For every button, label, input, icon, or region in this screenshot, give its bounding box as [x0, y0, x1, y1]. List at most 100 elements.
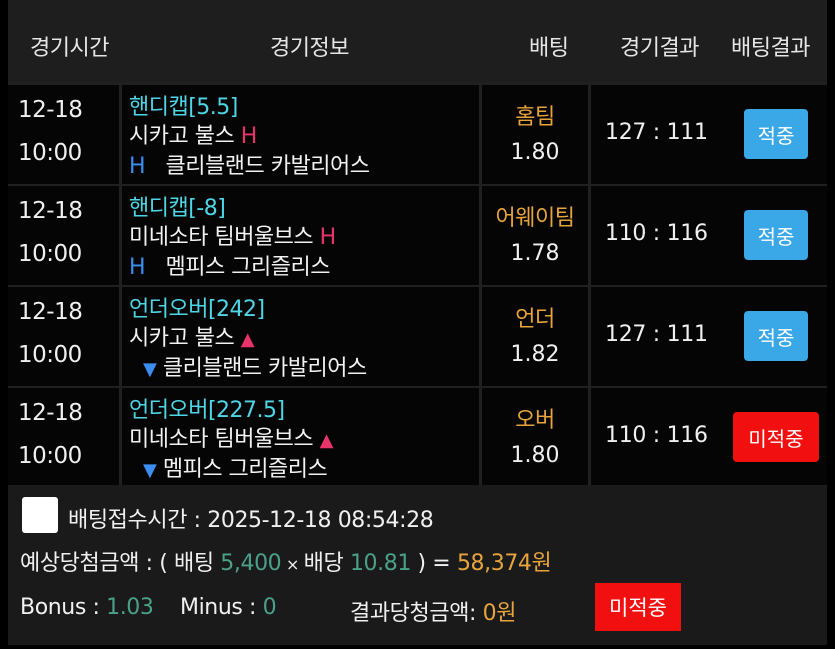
final-label: 결과당청금액:	[350, 601, 483, 626]
match-time: 10:00	[18, 443, 82, 469]
home-team-line: 미네소타 팀버울브스 H	[129, 219, 336, 251]
minus-value: 0	[262, 595, 277, 620]
info-cell: 핸디캡[5.5] 시카고 불스 H H 클리블랜드 카발리어스	[122, 85, 479, 184]
bonus-label: Bonus :	[20, 595, 107, 620]
result-badge: 적중	[744, 109, 808, 159]
table-row: 12-18 10:00 핸디캡[5.5] 시카고 불스 H H 클리블랜드 카발…	[8, 85, 827, 184]
time-cell: 12-18 10:00	[8, 85, 119, 184]
away-team: 멤피스 그리즐리스	[162, 457, 328, 482]
table-row: 12-18 10:00 언더오버[227.5] 미네소타 팀버울브스 ▲ ▼ 멤…	[8, 388, 827, 487]
received-value: 2025-12-18 08:54:28	[207, 508, 434, 533]
bet-type: 오버	[515, 408, 555, 433]
result-cell: 110 : 116 적중	[591, 186, 827, 285]
result-cell: 110 : 116 미적중	[591, 388, 827, 487]
bet-cell: 홈팀 1.80	[482, 85, 588, 184]
away-team: 클리블랜드 카발리어스	[165, 154, 370, 179]
match-date: 12-18	[18, 198, 83, 224]
table-row: 12-18 10:00 언더오버[242] 시카고 불스 ▲ ▼ 클리블랜드 카…	[8, 287, 827, 386]
total-odds-value: 10.81	[349, 551, 411, 576]
match-date: 12-18	[18, 299, 83, 325]
result-badge: 적중	[744, 311, 808, 361]
away-marker: H	[129, 255, 146, 280]
away-team: 멤피스 그리즐리스	[165, 255, 331, 280]
minus-line: Minus : 0	[180, 595, 277, 620]
over-marker-icon: ▲	[240, 329, 255, 350]
bet-cell: 오버 1.80	[482, 388, 588, 487]
away-team-line: ▼ 멤피스 그리즐리스	[129, 451, 328, 483]
home-team: 미네소타 팀버울브스	[129, 225, 314, 250]
under-marker-icon: ▼	[143, 460, 157, 481]
away-team-line: H 클리블랜드 카발리어스	[129, 148, 370, 180]
stake-value: 5,400	[220, 551, 282, 576]
final-value: 0원	[482, 601, 517, 626]
bet-type: 어웨이팀	[495, 206, 575, 231]
result-cell: 127 : 111 적중	[591, 287, 827, 386]
away-team-line: ▼ 클리블랜드 카발리어스	[129, 350, 367, 382]
match-score: 110 : 116	[605, 221, 708, 246]
expected-payout-line: 예상당첨금액 : ( 배팅 5,400 × 배당 10.81 ) = 58,37…	[20, 545, 552, 577]
market-name: 언더오버[242]	[129, 297, 265, 322]
bet-odds: 1.80	[510, 140, 560, 165]
bonus-line: Bonus : 1.03	[20, 595, 154, 620]
away-team-line: H 멤피스 그리즐리스	[129, 249, 330, 281]
result-badge: 미적중	[733, 412, 819, 462]
received-time-line: 배팅접수시간 : 2025-12-18 08:54:28	[68, 502, 434, 534]
header-time: 경기시간	[30, 36, 109, 61]
header-result: 배팅결과	[731, 36, 810, 61]
home-team-line: 미네소타 팀버울브스 ▲	[129, 421, 334, 453]
payout-value: 58,374원	[456, 551, 552, 576]
market-name: 언더오버[227.5]	[129, 398, 285, 423]
time-cell: 12-18 10:00	[8, 388, 119, 487]
bet-cell: 언더 1.82	[482, 287, 588, 386]
slip-summary: 배팅접수시간 : 2025-12-18 08:54:28 예상당첨금액 : ( …	[8, 485, 827, 645]
times-sign: ×	[281, 555, 304, 574]
home-team: 시카고 불스	[129, 124, 235, 149]
home-marker: H	[240, 124, 258, 149]
market-name: 핸디캡[5.5]	[129, 95, 238, 120]
info-cell: 언더오버[227.5] 미네소타 팀버울브스 ▲ ▼ 멤피스 그리즐리스	[122, 388, 479, 487]
away-team: 클리블랜드 카발리어스	[162, 356, 367, 381]
header-info: 경기정보	[270, 36, 349, 61]
match-time: 10:00	[18, 342, 82, 368]
match-score: 127 : 111	[605, 322, 708, 347]
info-cell: 핸디캡[-8] 미네소타 팀버울브스 H H 멤피스 그리즐리스	[122, 186, 479, 285]
final-status-button[interactable]: 미적중	[595, 583, 681, 631]
header-score: 경기결과	[620, 36, 699, 61]
time-cell: 12-18 10:00	[8, 287, 119, 386]
home-team: 시카고 불스	[129, 326, 235, 351]
odds-label: 배당	[303, 551, 350, 576]
equals-sign: ) =	[410, 551, 457, 576]
received-label: 배팅접수시간 :	[68, 508, 208, 533]
match-score: 127 : 111	[605, 120, 708, 145]
home-marker: H	[319, 225, 337, 250]
home-team-line: 시카고 불스 H	[129, 118, 257, 150]
match-date: 12-18	[18, 97, 83, 123]
bet-type: 언더	[515, 307, 555, 332]
table-row: 12-18 10:00 핸디캡[-8] 미네소타 팀버울브스 H H 멤피스 그…	[8, 186, 827, 285]
market-name: 핸디캡[-8]	[129, 196, 226, 221]
match-time: 10:00	[18, 140, 82, 166]
away-marker: H	[129, 154, 146, 179]
result-badge: 적중	[744, 210, 808, 260]
select-checkbox[interactable]	[22, 497, 58, 533]
home-team: 미네소타 팀버울브스	[129, 427, 314, 452]
match-time: 10:00	[18, 241, 82, 267]
info-cell: 언더오버[242] 시카고 불스 ▲ ▼ 클리블랜드 카발리어스	[122, 287, 479, 386]
bet-odds: 1.80	[510, 443, 560, 468]
bet-type: 홈팀	[515, 105, 555, 130]
bonus-value: 1.03	[106, 595, 154, 620]
final-payout-line: 결과당청금액: 0원	[350, 595, 516, 627]
minus-label: Minus :	[180, 595, 263, 620]
under-marker-icon: ▼	[143, 359, 157, 380]
header-bet: 배팅	[529, 36, 569, 61]
table-header: 경기시간 경기정보 배팅 경기결과 배팅결과	[8, 0, 827, 82]
over-marker-icon: ▲	[319, 430, 334, 451]
home-team-line: 시카고 불스 ▲	[129, 320, 255, 352]
bet-odds: 1.82	[510, 342, 560, 367]
time-cell: 12-18 10:00	[8, 186, 119, 285]
bet-odds: 1.78	[510, 241, 560, 266]
result-cell: 127 : 111 적중	[591, 85, 827, 184]
match-score: 110 : 116	[605, 423, 708, 448]
expected-label: 예상당첨금액 : ( 배팅	[20, 551, 221, 576]
bet-cell: 어웨이팀 1.78	[482, 186, 588, 285]
